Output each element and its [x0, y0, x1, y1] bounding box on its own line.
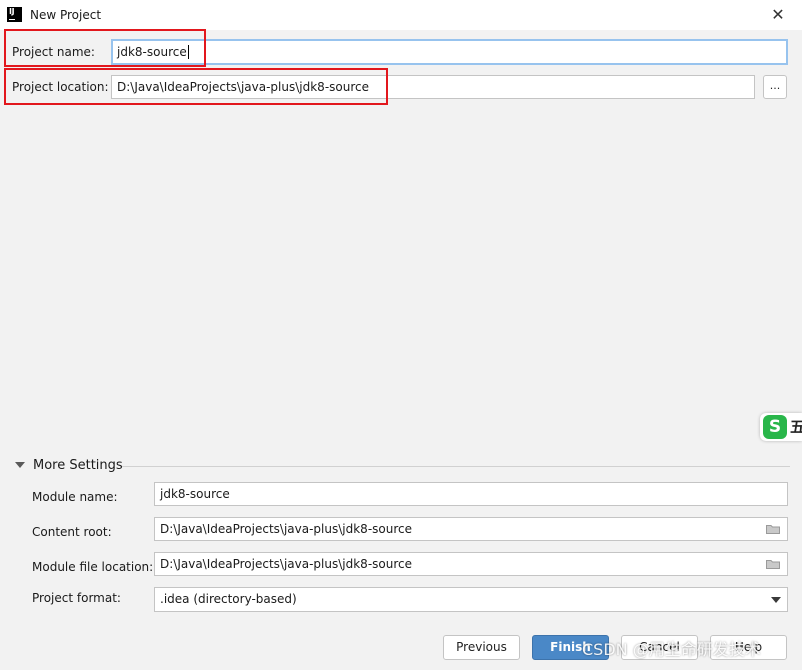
more-settings-divider [122, 466, 790, 467]
project-name-input[interactable]: jdk8-source [111, 39, 788, 65]
module-name-value: jdk8-source [160, 487, 230, 501]
ime-letter: S [763, 415, 787, 439]
module-file-location-value: D:\Java\IdeaProjects\java-plus\jdk8-sour… [160, 557, 412, 571]
chevron-down-icon[interactable] [771, 597, 781, 603]
csdn-watermark: CSDN @用生命研发技术 [582, 640, 761, 659]
project-format-label: Project format: [32, 591, 121, 605]
browse-location-button[interactable]: ... [763, 75, 787, 99]
previous-button[interactable]: Previous [443, 635, 520, 660]
content-root-label: Content root: [32, 525, 112, 539]
project-format-select[interactable]: .idea (directory-based) [154, 587, 788, 612]
module-name-input[interactable]: jdk8-source [154, 482, 788, 506]
window-title: New Project [30, 8, 102, 22]
title-bar: IJ New Project ✕ [0, 0, 802, 30]
folder-icon[interactable] [766, 524, 780, 534]
highlight-box-project-location [4, 68, 388, 105]
collapse-triangle-icon[interactable] [15, 462, 25, 468]
sogou-ime-icon[interactable]: S 五 [760, 413, 802, 441]
intellij-app-icon: IJ [7, 7, 22, 22]
module-name-label: Module name: [32, 490, 118, 504]
ime-char: 五 [790, 418, 802, 436]
folder-icon[interactable] [766, 559, 780, 569]
content-root-input[interactable]: D:\Java\IdeaProjects\java-plus\jdk8-sour… [154, 517, 788, 541]
more-settings-title[interactable]: More Settings [33, 458, 123, 474]
module-file-location-label: Module file location: [32, 560, 154, 574]
close-icon[interactable]: ✕ [770, 6, 786, 24]
project-format-value: .idea (directory-based) [160, 592, 297, 606]
module-file-location-input[interactable]: D:\Java\IdeaProjects\java-plus\jdk8-sour… [154, 552, 788, 576]
content-root-value: D:\Java\IdeaProjects\java-plus\jdk8-sour… [160, 522, 412, 536]
highlight-box-project-name [4, 29, 206, 67]
